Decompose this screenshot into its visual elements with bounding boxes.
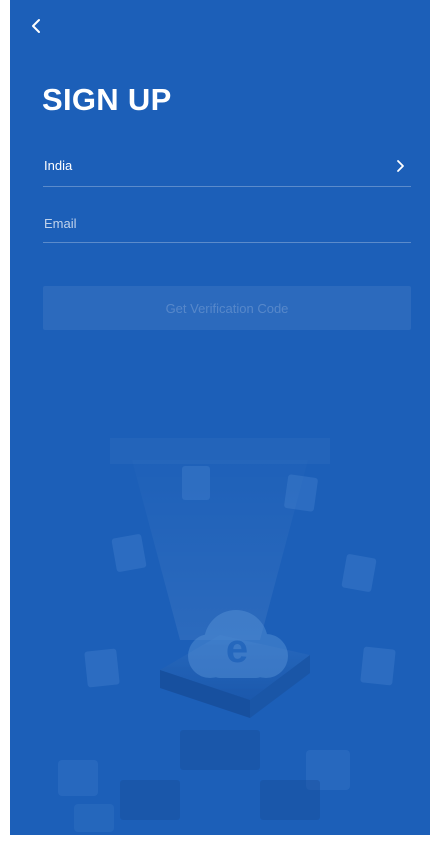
cloud-email-illustration: e xyxy=(58,460,396,832)
page-title: SIGN UP xyxy=(42,82,172,117)
country-value: India xyxy=(44,158,73,173)
svg-text:e: e xyxy=(226,627,248,671)
signup-screen: SIGN UP India Get Verification Code xyxy=(10,0,430,835)
chevron-right-icon xyxy=(397,160,404,172)
get-verification-code-button[interactable]: Get Verification Code xyxy=(43,286,411,330)
chevron-left-icon xyxy=(32,19,40,33)
email-field[interactable] xyxy=(43,208,412,238)
email-field-container xyxy=(43,206,412,243)
back-button[interactable] xyxy=(24,14,48,38)
country-selector[interactable]: India xyxy=(43,150,411,187)
